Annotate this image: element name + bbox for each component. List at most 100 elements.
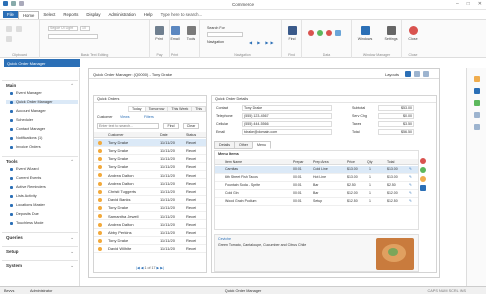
save-row-icon[interactable] [420,185,426,191]
table-row[interactable]: Tony Drake 11/11/20 Recei [94,139,206,147]
table-row[interactable]: Christi Tuggerts 11/11/20 Recei [94,188,206,196]
nav-section-queries[interactable]: Queries ⌄ [2,232,78,241]
detail-tab[interactable]: Other [234,141,253,149]
paste-icon[interactable] [6,26,12,32]
save-data-icon[interactable] [335,30,341,36]
document-tab[interactable]: Quick Order Manager [4,59,80,67]
nav-section-main[interactable]: Main ⌃ [2,80,78,89]
sidebar-item[interactable]: Event Wizard [10,167,39,171]
find-button[interactable]: Find [163,123,179,129]
views-dropdown[interactable]: Views [120,115,130,119]
sidebar-item[interactable]: Account Manager [10,109,46,113]
sidebar-item[interactable]: Lists Activity [10,194,37,198]
copy-icon[interactable] [6,36,12,42]
sidebar-item[interactable]: Touchless Mode [10,221,43,225]
list-icon[interactable] [474,112,480,118]
add-icon[interactable] [317,30,323,36]
format-toolbar[interactable] [48,34,98,39]
contact-field[interactable]: (555) 123-4567 [242,113,332,119]
layouts-button[interactable]: Layouts [385,72,399,77]
info-icon[interactable] [474,88,480,94]
table-row[interactable]: Andrea Dalton 11/11/20 Recei [94,221,206,229]
detail-tab[interactable]: Details [214,141,235,149]
date-tab[interactable]: This Week [167,106,193,112]
add-row-icon[interactable] [420,167,426,173]
contact-field[interactable]: (555) 444-5566 [242,121,332,127]
edit-icon[interactable]: ✎ [409,191,415,195]
table-row[interactable]: Tony Drake 11/11/20 Recei [94,147,206,155]
search-for-field[interactable] [207,32,243,37]
date-tab[interactable]: Tomorrow [144,106,169,112]
email-button[interactable]: Email [168,26,182,41]
tell-me-search[interactable]: Type here to search... [161,12,203,17]
detail-tab[interactable]: Menu [252,141,271,149]
contact-field[interactable]: tdrake@domain.com [242,129,332,135]
menu-item-row[interactable]: Carnitas 00:01 Cold Line $13.00 1 $13.00 ✎ [215,166,418,174]
search-input[interactable] [97,123,159,129]
calendar-icon[interactable] [474,124,480,130]
contact-field[interactable]: Tony Drake [242,105,332,111]
menu-administration[interactable]: Administration [105,11,140,18]
sidebar-item[interactable]: Locations Master [10,203,45,207]
nav-arrows[interactable]: ◀ ▶ ▶▶ [249,40,276,45]
check-icon[interactable] [474,100,480,106]
nav-section-tools[interactable]: Tools ⌃ [2,156,78,165]
menu-item-row[interactable]: Fountain Soda - Sprite 00:01 Bar $2.50 1 $2.5… [215,182,418,190]
layout-icon-1[interactable] [405,71,411,77]
nav-section-setup[interactable]: Setup ⌄ [2,246,78,255]
table-row[interactable]: Samantha Jewell 11/11/20 Recei [94,213,206,221]
font-field[interactable]: Segoe UI Light [48,26,78,31]
menu-select[interactable]: Select [39,11,59,18]
table-row[interactable]: Abby Perkins 11/11/20 Recei [94,229,206,237]
find-button[interactable]: Find [285,26,299,41]
remove-icon[interactable] [326,30,332,36]
sidebar-item[interactable]: Notifications (1) [10,136,42,140]
edit-icon[interactable]: ✎ [409,199,415,203]
sidebar-item[interactable]: Deposits Due [10,212,39,216]
table-row[interactable]: Tony Drake 11/11/20 Recei [94,237,206,245]
edit-icon[interactable]: ✎ [409,167,415,171]
edit-icon[interactable]: ✎ [409,175,415,179]
pager[interactable]: |◀ ◀ 1 of 17 ▶ ▶| [98,266,202,270]
close-window-icon[interactable]: ✕ [478,1,482,7]
sidebar-item[interactable]: Contact Manager [10,127,45,131]
date-tab[interactable]: This [191,106,207,112]
maximize-icon[interactable]: □ [467,1,470,7]
windows-button[interactable]: Windows [356,26,374,41]
table-row[interactable]: Andrea Dalton 11/11/20 Recei [94,172,206,180]
delete-row-icon[interactable] [420,158,426,164]
menu-file[interactable]: File [3,11,18,18]
table-row[interactable]: David Banks 11/11/20 Recei [94,196,206,204]
cut-icon[interactable] [16,26,22,32]
menu-help[interactable]: Help [140,11,157,18]
menu-reports[interactable]: Reports [59,11,82,18]
edit-row-icon[interactable] [420,176,426,182]
sidebar-item[interactable]: Current Events [10,176,41,180]
table-row[interactable]: Andrea Dalton 11/11/20 Recei [94,180,206,188]
menu-cell-qty[interactable]: 1 [369,191,379,195]
filters-dropdown[interactable]: Filters [144,115,154,119]
delete-icon[interactable] [308,30,314,36]
size-field[interactable]: 10 [80,26,90,31]
menu-home[interactable]: Home [17,10,40,19]
table-row[interactable]: Tony Drake 11/11/20 Recei [94,155,206,163]
sidebar-item[interactable]: Active Reminders [10,185,46,189]
sidebar-item[interactable]: Quick Order Manager [6,100,78,104]
settings-button[interactable]: Settings [382,26,400,41]
date-tab[interactable]: Today [128,106,146,112]
layout-icon-2[interactable] [414,71,420,77]
close-button[interactable]: Close [406,26,420,41]
layout-icon-3[interactable] [423,71,429,77]
table-row[interactable]: Tony Drake 11/11/20 Recei [94,205,206,213]
sidebar-item[interactable]: Event Manager [10,91,42,95]
menu-cell-qty[interactable]: 1 [369,175,379,179]
alert-icon[interactable] [474,76,480,82]
table-row[interactable]: David Wilhite 11/11/20 Recei [94,246,206,254]
clear-button[interactable]: Clear [183,123,199,129]
tools-button[interactable]: Tools [184,26,198,41]
edit-icon[interactable]: ✎ [409,183,415,187]
menu-item-row[interactable]: Wood Grain Podium 00:01 Setup $12.50 1 $12.50… [215,198,418,206]
menu-item-row[interactable]: Cold Gin 00:01 Bar $12.00 1 $12.00 ✎ [215,190,418,198]
sidebar-item[interactable]: Scheduler [10,118,33,122]
menu-item-row[interactable]: 6th Street Fish Tacos 00:01 Hot Line $13.00… [215,174,418,182]
